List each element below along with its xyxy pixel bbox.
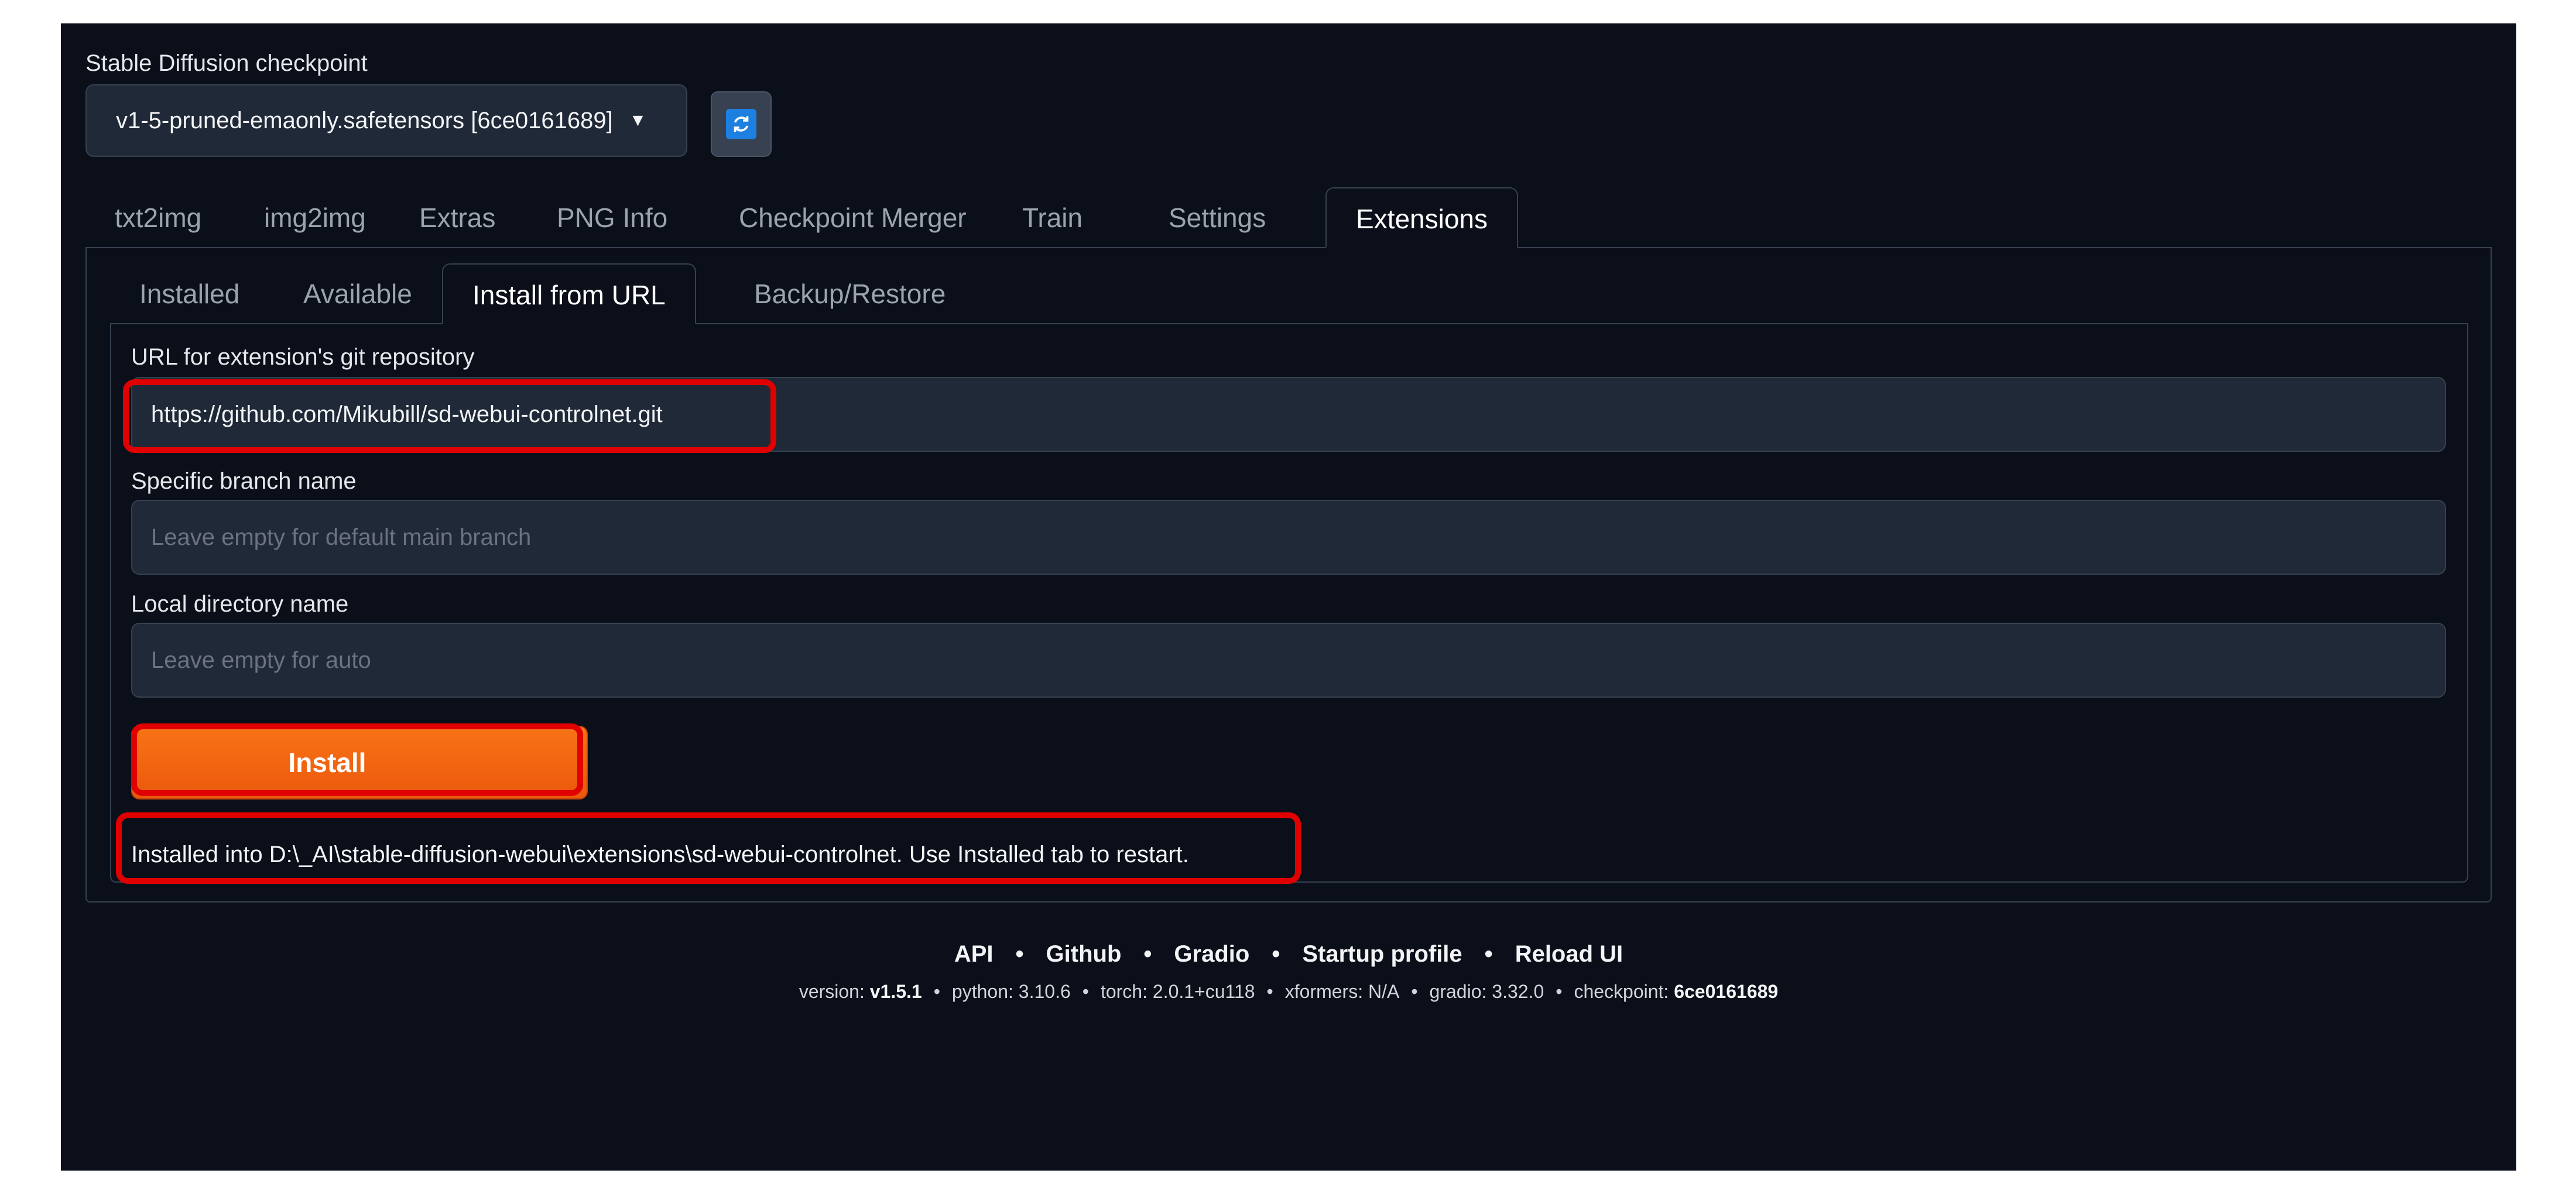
footer-separator: •: [1411, 981, 1418, 1002]
footer-separator: •: [1266, 981, 1273, 1002]
branch-label: Specific branch name: [131, 468, 357, 494]
footer-version-info: version: v1.5.1 • python: 3.10.6 • torch: 2.…: [61, 981, 2516, 1003]
tab-checkpoint-merger[interactable]: Checkpoint Merger: [710, 187, 996, 248]
refresh-icon: [726, 109, 756, 139]
directory-label: Local directory name: [131, 591, 349, 617]
torch-version: torch: 2.0.1+cu118: [1100, 981, 1255, 1002]
checkpoint-hash-label: checkpoint:: [1574, 981, 1669, 1002]
checkpoint-label: Stable Diffusion checkpoint: [85, 50, 368, 76]
tab-settings[interactable]: Settings: [1139, 187, 1295, 248]
subtab-installed[interactable]: Installed: [110, 263, 269, 324]
install-button-label: Install: [288, 747, 366, 778]
directory-input[interactable]: [131, 623, 2446, 698]
footer-link-reload-ui[interactable]: Reload UI: [1515, 941, 1623, 967]
install-button[interactable]: Install: [131, 726, 588, 800]
refresh-checkpoint-button[interactable]: [711, 91, 772, 157]
subtab-backup-restore[interactable]: Backup/Restore: [725, 263, 975, 324]
version-label: version:: [799, 981, 865, 1002]
checkpoint-hash-value: 6ce0161689: [1674, 981, 1779, 1002]
version-value: v1.5.1: [869, 981, 922, 1002]
footer-separator: •: [1143, 941, 1152, 967]
checkpoint-selected-value: v1-5-pruned-emaonly.safetensors [6ce0161…: [116, 107, 613, 133]
subtab-install-from-url[interactable]: Install from URL: [442, 263, 696, 324]
branch-input[interactable]: [131, 500, 2446, 575]
footer-link-gradio[interactable]: Gradio: [1174, 941, 1249, 967]
footer-link-github[interactable]: Github: [1046, 941, 1122, 967]
footer-link-startup-profile[interactable]: Startup profile: [1302, 941, 1462, 967]
footer-links: API • Github • Gradio • Startup profile • Reload…: [61, 941, 2516, 967]
webui-app: Stable Diffusion checkpoint v1-5-pruned-…: [61, 23, 2516, 1171]
install-result-message: Installed into D:\_AI\stable-diffusion-w…: [131, 842, 1189, 867]
tab-img2img[interactable]: img2img: [235, 187, 395, 248]
tab-train[interactable]: Train: [993, 187, 1112, 248]
chevron-down-icon: ▼: [629, 111, 647, 130]
footer-separator: •: [1082, 981, 1089, 1002]
xformers-version: xformers: N/A: [1284, 981, 1400, 1002]
footer-separator: •: [1272, 941, 1280, 967]
python-version: python: 3.10.6: [951, 981, 1071, 1002]
footer-separator: •: [1015, 941, 1024, 967]
footer-link-api[interactable]: API: [954, 941, 994, 967]
checkpoint-dropdown[interactable]: v1-5-pruned-emaonly.safetensors [6ce0161…: [85, 84, 687, 157]
tab-extras[interactable]: Extras: [390, 187, 525, 248]
url-label: URL for extension's git repository: [131, 344, 475, 370]
tab-txt2img[interactable]: txt2img: [85, 187, 231, 248]
url-input[interactable]: [131, 377, 2446, 452]
gradio-version: gradio: 3.32.0: [1429, 981, 1544, 1002]
tab-extensions[interactable]: Extensions: [1325, 187, 1519, 248]
subtab-available[interactable]: Available: [274, 263, 441, 324]
tab-png-info[interactable]: PNG Info: [527, 187, 697, 248]
footer-separator: •: [1556, 981, 1563, 1002]
footer-separator: •: [1484, 941, 1493, 967]
footer-separator: •: [933, 981, 940, 1002]
